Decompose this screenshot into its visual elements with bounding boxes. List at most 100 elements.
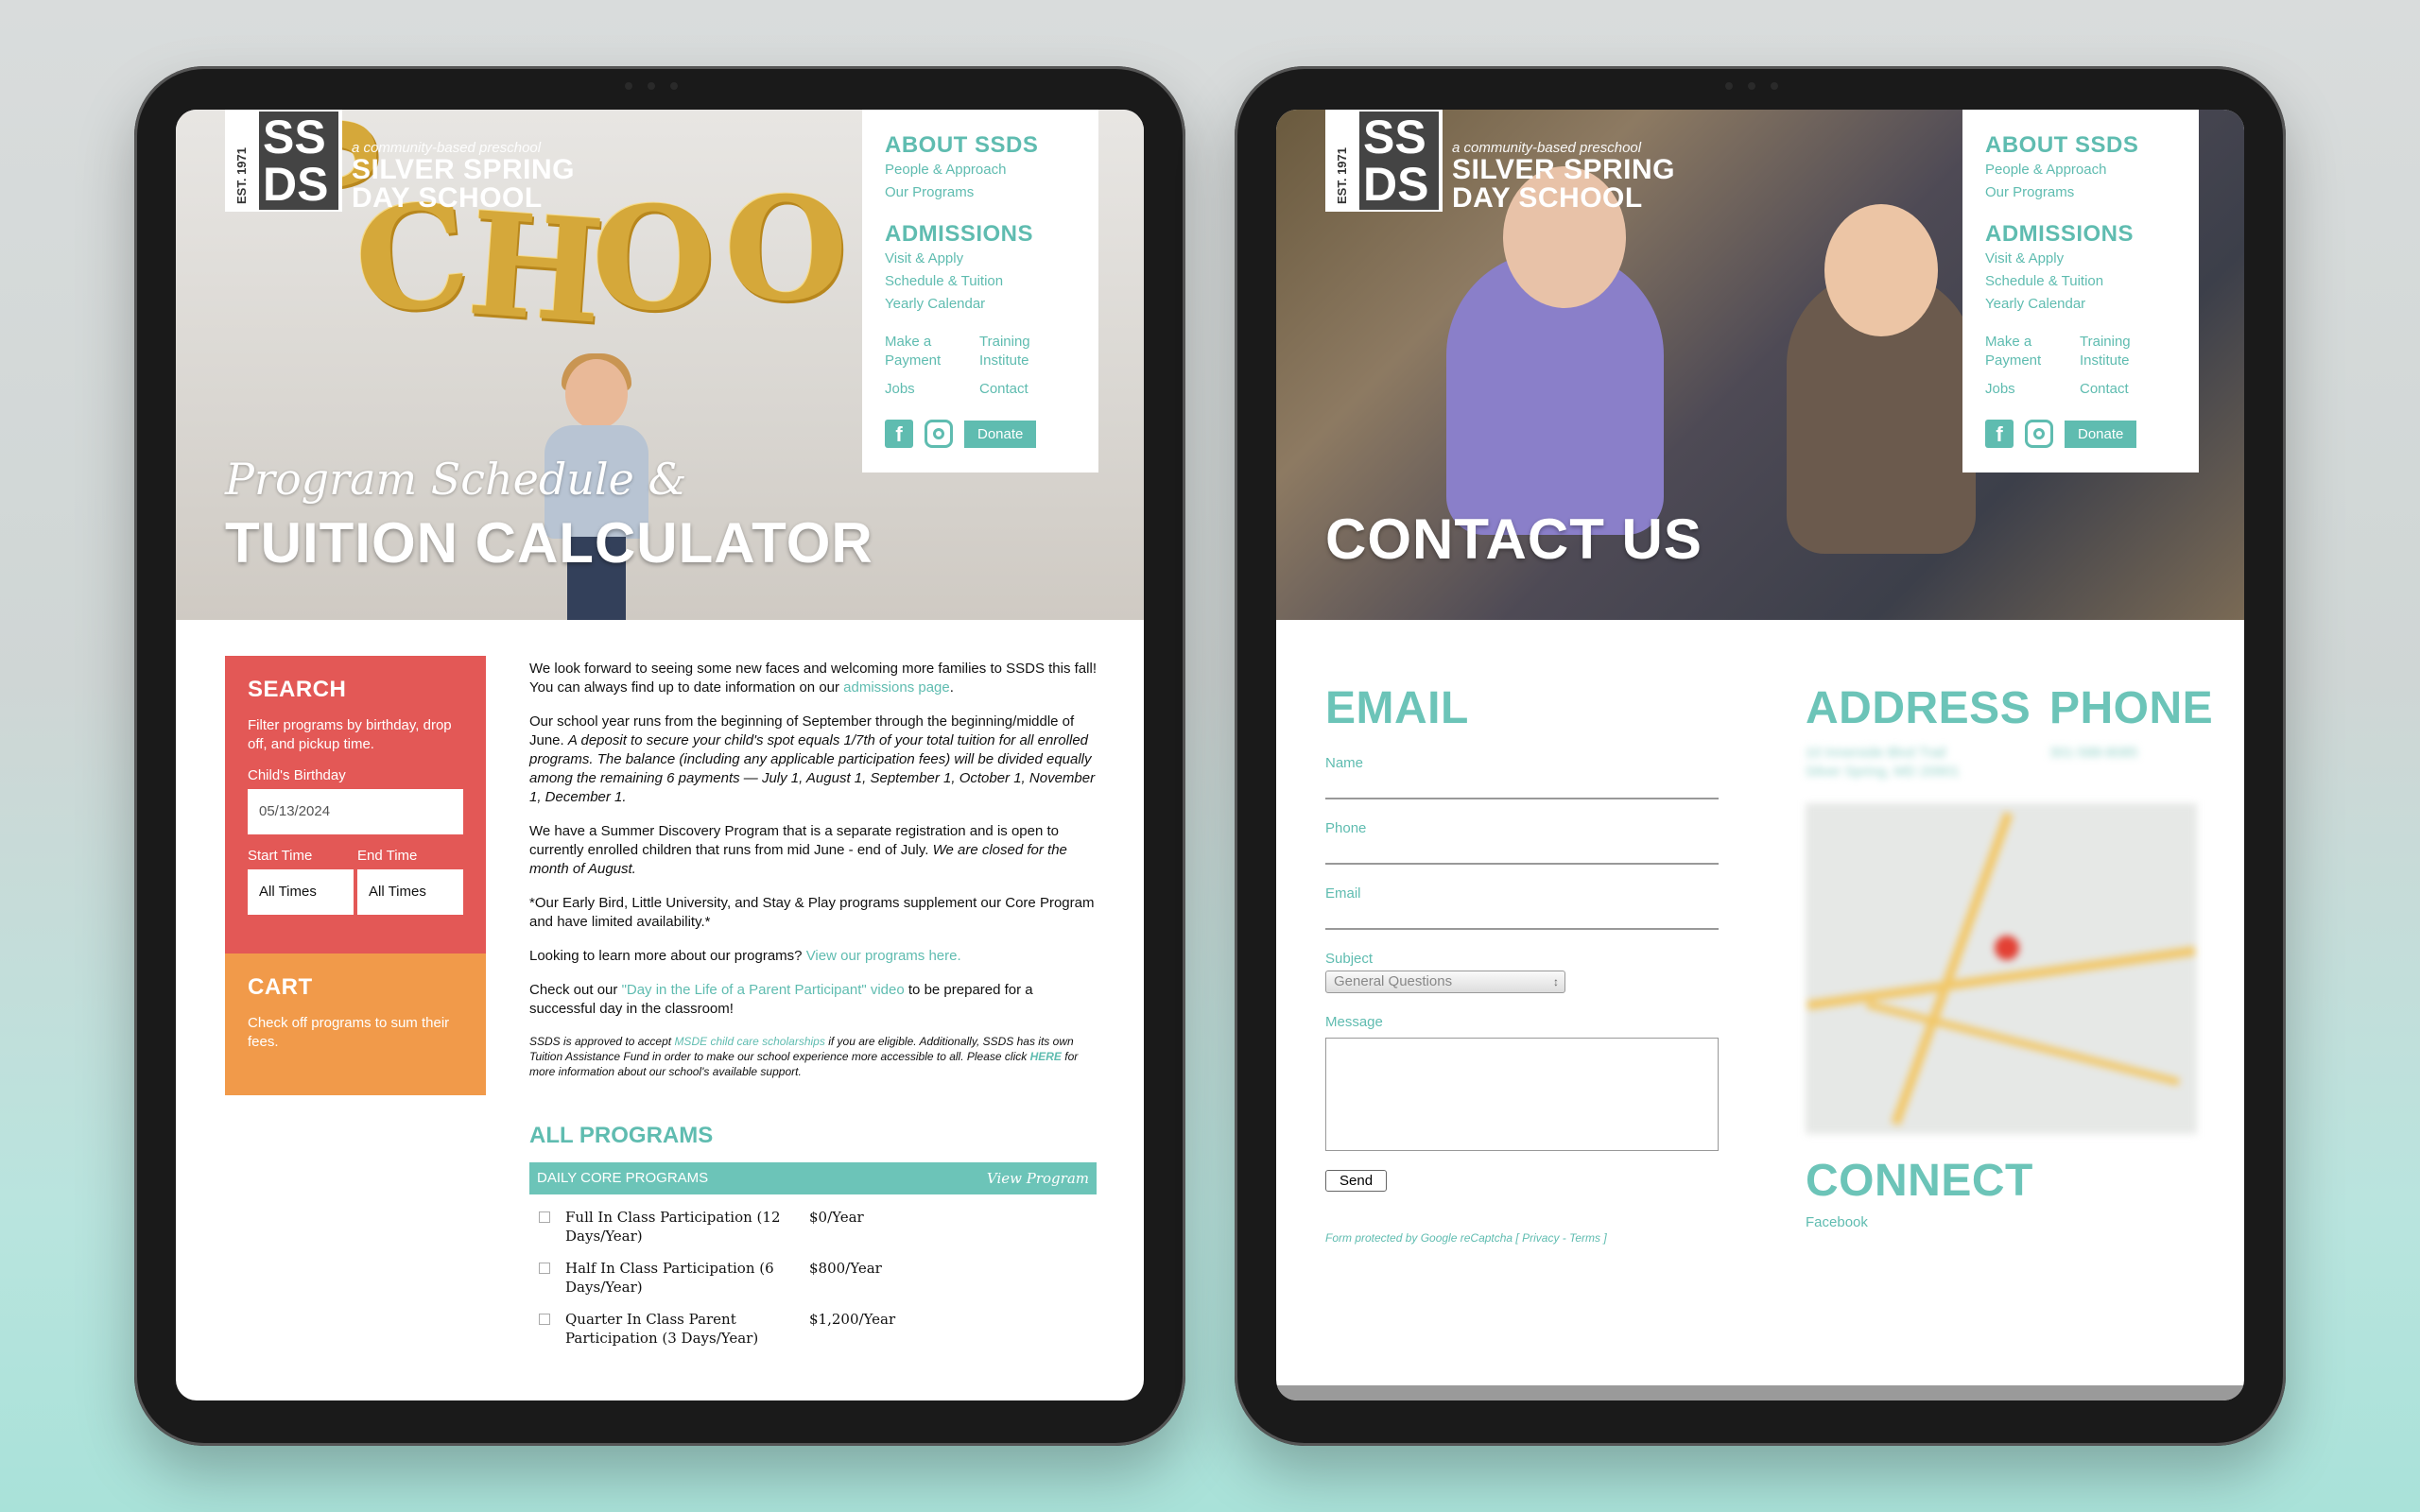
nav-about-heading[interactable]: ABOUT SSDS: [885, 132, 1076, 159]
logo[interactable]: EST. 1971 SS DS: [225, 110, 342, 212]
nav-make-payment[interactable]: Make a Payment: [885, 333, 979, 370]
email-heading: EMAIL: [1325, 683, 1469, 733]
start-time-select[interactable]: All Times: [248, 869, 354, 915]
nav-visit-apply[interactable]: Visit & Apply: [1985, 248, 2176, 270]
nav-contact[interactable]: Contact: [979, 380, 1074, 399]
nav-people-approach[interactable]: People & Approach: [1985, 159, 2176, 181]
program-name: Half In Class Participation (6 Days/Year…: [565, 1260, 774, 1296]
view-programs-link[interactable]: View our programs here.: [806, 948, 961, 964]
phone-number[interactable]: 301-588-8085: [2049, 744, 2213, 763]
summer-paragraph: We have a Summer Discovery Program that …: [529, 823, 1067, 877]
program-row: Full In Class Participation (12 Days/Yea…: [529, 1194, 1097, 1246]
program-table-header: DAILY CORE PROGRAMS View Program: [529, 1162, 1097, 1194]
instagram-icon[interactable]: [2025, 420, 2053, 448]
message-textarea[interactable]: [1325, 1038, 1719, 1151]
logo-wordmark[interactable]: a community-based preschool SILVER SPRIN…: [352, 140, 575, 213]
logo-est: EST. 1971: [1335, 147, 1349, 204]
nav-schedule-tuition[interactable]: Schedule & Tuition: [1985, 270, 2176, 293]
logo-name-1: SILVER SPRING: [352, 154, 575, 185]
camera-dots: [1718, 77, 1803, 90]
logo-tagline: a community-based preschool: [1452, 140, 1642, 156]
program-checkbox[interactable]: [539, 1263, 550, 1274]
nav-panel: ABOUT SSDS People & Approach Our Program…: [862, 110, 1098, 472]
name-input[interactable]: [1325, 771, 1719, 799]
hero-title: CONTACT US: [1325, 507, 1703, 571]
phone-heading: PHONE: [2049, 683, 2214, 733]
cart-description: Check off programs to sum their fees.: [248, 1015, 450, 1050]
donate-button[interactable]: Donate: [2065, 420, 2137, 448]
hero-image: EST. 1971 SS DS a community-based presch…: [1276, 110, 2244, 620]
admissions-page-link[interactable]: admissions page: [843, 679, 950, 696]
logo-name-1: SILVER SPRING: [1452, 154, 1675, 185]
search-heading: SEARCH: [248, 677, 347, 702]
nav-jobs[interactable]: Jobs: [885, 380, 979, 399]
nav-yearly-calendar[interactable]: Yearly Calendar: [885, 293, 1076, 316]
email-input[interactable]: [1325, 902, 1719, 930]
birthday-input[interactable]: 05/13/2024: [248, 789, 463, 834]
nav-schedule-tuition[interactable]: Schedule & Tuition: [885, 270, 1076, 293]
phone-label: Phone: [1325, 820, 1367, 836]
recaptcha-notice: Form protected by Google reCaptcha [ Pri…: [1325, 1231, 1607, 1245]
logo[interactable]: EST. 1971 SS DS: [1325, 110, 1443, 212]
tablet-right: EST. 1971 SS DS a community-based presch…: [1235, 66, 2286, 1446]
nav-jobs[interactable]: Jobs: [1985, 380, 2080, 399]
logo-est: EST. 1971: [234, 147, 249, 204]
learn-more-paragraph: Looking to learn more about our programs…: [529, 948, 961, 964]
search-panel: SEARCH Filter programs by birthday, drop…: [225, 656, 486, 954]
donate-button[interactable]: Donate: [964, 420, 1037, 448]
address-section: ADDRESS 10 Innerside Blvd Trail Silver S…: [1806, 682, 2031, 782]
camera-dots: [617, 77, 702, 90]
nav-people-approach[interactable]: People & Approach: [885, 159, 1076, 181]
sidebar-filters: SEARCH Filter programs by birthday, drop…: [225, 656, 486, 1095]
nav-our-programs[interactable]: Our Programs: [1985, 181, 2176, 204]
view-program-link[interactable]: View Program: [987, 1169, 1089, 1188]
phone-section: PHONE 301-588-8085: [2049, 682, 2213, 763]
program-checkbox[interactable]: [539, 1211, 550, 1223]
nav-admissions-heading[interactable]: ADMISSIONS: [885, 221, 1076, 248]
subject-select[interactable]: General Questions: [1325, 971, 1565, 993]
hero-image: S C H O O EST. 1971 SS DS a community-ba…: [176, 110, 1144, 620]
program-row: Half In Class Participation (6 Days/Year…: [529, 1246, 1097, 1297]
name-label: Name: [1325, 755, 1364, 771]
address-text: 10 Innerside Blvd Trail Silver Spring, M…: [1806, 745, 1960, 780]
facebook-link[interactable]: Facebook: [1806, 1214, 2033, 1230]
nav-admissions-heading[interactable]: ADMISSIONS: [1985, 221, 2176, 248]
logo-name-2: DAY SCHOOL: [1452, 182, 1643, 214]
nav-visit-apply[interactable]: Visit & Apply: [885, 248, 1076, 270]
browser-bottom-bar: [1276, 1385, 2244, 1400]
main-content: We look forward to seeing some new faces…: [529, 660, 1097, 1348]
nav-training-institute[interactable]: Training Institute: [979, 333, 1074, 370]
program-checkbox[interactable]: [539, 1314, 550, 1325]
phone-input[interactable]: [1325, 836, 1719, 865]
nav-make-payment[interactable]: Make a Payment: [1985, 333, 2080, 370]
supplement-paragraph: *Our Early Bird, Little University, and …: [529, 895, 1095, 930]
logo-tagline: a community-based preschool: [352, 140, 542, 156]
here-link[interactable]: HERE: [1030, 1050, 1062, 1063]
nav-contact[interactable]: Contact: [2080, 380, 2174, 399]
tablet-left: S C H O O EST. 1971 SS DS a community-ba…: [134, 66, 1185, 1446]
email-label: Email: [1325, 885, 1361, 902]
scholarship-link[interactable]: MSDE child care scholarships: [674, 1035, 824, 1048]
hero-title: TUITION CALCULATOR: [225, 511, 873, 575]
screen-contact: EST. 1971 SS DS a community-based presch…: [1276, 110, 2244, 1400]
program-category: DAILY CORE PROGRAMS: [537, 1170, 709, 1186]
intro-paragraph: We look forward to seeing some new faces…: [529, 661, 1097, 696]
program-price: $1,200/Year: [809, 1311, 896, 1328]
nav-our-programs[interactable]: Our Programs: [885, 181, 1076, 204]
video-link[interactable]: "Day in the Life of a Parent Participant…: [622, 982, 905, 998]
instagram-icon[interactable]: [925, 420, 953, 448]
message-label: Message: [1325, 1014, 1383, 1030]
facebook-icon[interactable]: f: [885, 420, 913, 448]
logo-wordmark[interactable]: a community-based preschool SILVER SPRIN…: [1452, 140, 1675, 213]
location-map[interactable]: [1806, 803, 2197, 1134]
end-time-select[interactable]: All Times: [357, 869, 463, 915]
end-time-label: End Time: [357, 848, 418, 864]
facebook-icon[interactable]: f: [1985, 420, 2014, 448]
send-button[interactable]: Send: [1325, 1170, 1388, 1192]
birthday-label: Child's Birthday: [248, 767, 346, 783]
nav-yearly-calendar[interactable]: Yearly Calendar: [1985, 293, 2176, 316]
hero-subtitle: Program Schedule &: [225, 454, 687, 505]
program-name: Full In Class Participation (12 Days/Yea…: [565, 1209, 781, 1245]
nav-about-heading[interactable]: ABOUT SSDS: [1985, 132, 2176, 159]
nav-training-institute[interactable]: Training Institute: [2080, 333, 2174, 370]
